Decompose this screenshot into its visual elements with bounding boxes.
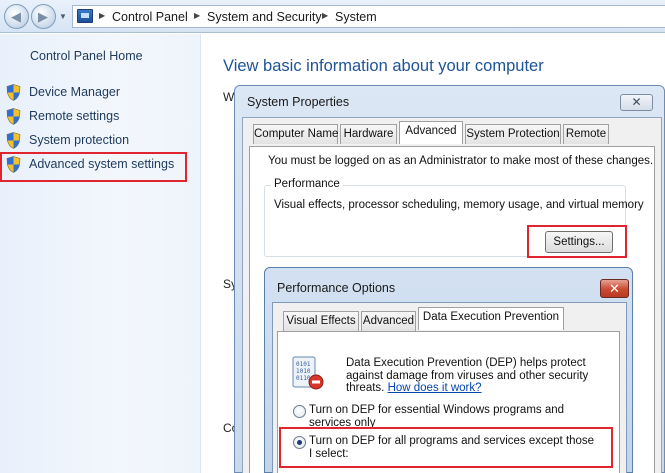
forward-button[interactable]: ▶ [31, 4, 56, 29]
uac-shield-icon [6, 84, 21, 101]
tab-remote[interactable]: Remote [563, 124, 609, 144]
highlight-advanced-system-settings [0, 152, 187, 182]
left-task-pane: Control Panel Home Device Manager Remote… [0, 34, 201, 473]
highlight-dep-all-programs [279, 427, 613, 468]
task-label[interactable]: Remote settings [29, 109, 119, 123]
breadcrumb[interactable]: ▶ Control Panel ▶ System and Security ▶ … [72, 5, 665, 28]
section-heading-peek: W [223, 90, 235, 104]
breadcrumb-control-panel[interactable]: Control Panel [112, 10, 188, 24]
close-button[interactable]: ✕ [600, 279, 629, 298]
control-panel-home-link[interactable]: Control Panel Home [30, 49, 143, 63]
tab-hardware[interactable]: Hardware [340, 124, 397, 144]
admin-note: You must be logged on as an Administrato… [268, 155, 654, 167]
control-panel-icon [77, 9, 93, 23]
tab-system-protection[interactable]: System Protection [465, 124, 561, 144]
uac-shield-icon [6, 108, 21, 125]
dialog-title: Performance Options [277, 281, 396, 295]
close-icon: ✕ [631, 95, 642, 109]
tab-advanced[interactable]: Advanced [361, 311, 416, 331]
radio-dep-essential-only[interactable] [293, 405, 306, 418]
close-button[interactable]: ✕ [620, 94, 653, 111]
breadcrumb-chevron-icon[interactable]: ▶ [322, 11, 328, 20]
breadcrumb-chevron-icon[interactable]: ▶ [194, 11, 200, 20]
breadcrumb-system[interactable]: System [335, 10, 377, 24]
back-button[interactable]: ◀ [4, 4, 29, 29]
dep-memory-shield-icon: 0101 1010 0110 [292, 356, 324, 390]
performance-group-label: Performance [271, 178, 343, 190]
radio-label-dep-essential-only[interactable]: Turn on DEP for essential Windows progra… [309, 404, 599, 429]
back-arrow-icon: ◀ [11, 9, 21, 24]
close-icon: ✕ [609, 281, 620, 296]
recent-pages-dropdown-icon[interactable]: ▼ [59, 12, 67, 21]
uac-shield-icon [6, 132, 21, 149]
svg-text:0101: 0101 [296, 361, 311, 368]
breadcrumb-system-and-security[interactable]: System and Security [207, 10, 322, 24]
forward-arrow-icon: ▶ [38, 9, 48, 24]
dep-description: Data Execution Prevention (DEP) helps pr… [346, 357, 606, 395]
tab-advanced[interactable]: Advanced [399, 121, 463, 144]
tab-computer-name[interactable]: Computer Name [253, 124, 338, 144]
dialog-title: System Properties [247, 95, 350, 109]
task-label[interactable]: System protection [29, 133, 129, 147]
address-bar: ◀ ▶ ▼ ▶ Control Panel ▶ System and Secur… [0, 0, 665, 33]
task-label[interactable]: Device Manager [29, 85, 120, 99]
tab-visual-effects[interactable]: Visual Effects [283, 311, 359, 331]
page-title: View basic information about your comput… [223, 57, 544, 75]
tab-data-execution-prevention[interactable]: Data Execution Prevention [418, 307, 564, 330]
svg-text:1010: 1010 [296, 368, 311, 375]
breadcrumb-chevron-icon[interactable]: ▶ [99, 11, 105, 20]
performance-description: Visual effects, processor scheduling, me… [274, 199, 644, 211]
highlight-settings-button [527, 225, 627, 258]
how-does-it-work-link[interactable]: How does it work? [388, 382, 482, 394]
